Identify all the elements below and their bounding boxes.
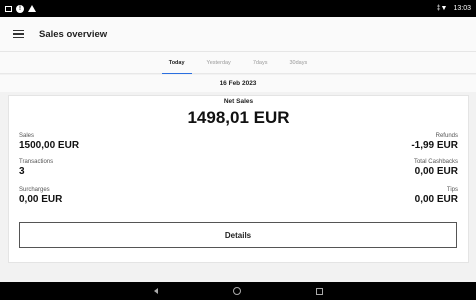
refunds-metric: Refunds -1,99 EUR	[411, 133, 458, 151]
transactions-label: Transactions	[19, 159, 54, 165]
cashbacks-metric: Total Cashbacks 0,00 EUR	[414, 159, 458, 177]
status-bar-right: ‡▼ 13:03	[437, 5, 471, 12]
warning-icon	[28, 5, 36, 12]
signal-icon: ‡▼	[436, 5, 448, 12]
refunds-label: Refunds	[435, 133, 458, 139]
tab-30days[interactable]: 30days	[279, 52, 319, 73]
sales-summary-card: Net Sales 1498,01 EUR Sales 1500,00 EUR …	[8, 95, 469, 263]
net-sales-value: 1498,01 EUR	[187, 108, 290, 127]
recent-apps-icon[interactable]	[315, 287, 323, 295]
sales-label: Sales	[19, 133, 35, 139]
cashbacks-label: Total Cashbacks	[413, 159, 458, 165]
cashbacks-value: 0,00 EUR	[414, 166, 458, 177]
transactions-metric: Transactions 3	[19, 159, 53, 177]
surcharges-metric: Surcharges 0,00 EUR	[19, 187, 62, 205]
menu-icon[interactable]	[13, 27, 24, 42]
tips-value: 0,00 EUR	[414, 194, 458, 205]
home-icon[interactable]	[232, 287, 241, 295]
details-button[interactable]: Details	[19, 222, 457, 248]
period-tabs: Today Yesterday 7days 30days	[0, 52, 476, 74]
status-time: 13:03	[453, 5, 471, 12]
navigation-bar	[0, 282, 476, 300]
transactions-value: 3	[19, 166, 25, 177]
refunds-value: -1,99 EUR	[411, 140, 458, 151]
tips-label: Tips	[446, 187, 458, 193]
tab-today[interactable]: Today	[158, 52, 196, 74]
selected-date: 16 Feb 2023	[0, 75, 476, 92]
status-bar: ! ‡▼ 13:03	[0, 0, 476, 17]
app-bar: Sales overview	[0, 17, 476, 52]
tips-metric: Tips 0,00 EUR	[415, 187, 458, 205]
surcharges-label: Surcharges	[19, 187, 50, 193]
sales-value: 1500,00 EUR	[19, 140, 80, 151]
net-sales-label: Net Sales	[223, 98, 254, 105]
status-bar-left: !	[5, 4, 36, 13]
back-icon[interactable]	[153, 288, 158, 294]
info-icon: !	[16, 4, 24, 13]
screen-icon	[5, 5, 12, 12]
page-title: Sales overview	[39, 28, 108, 40]
surcharges-value: 0,00 EUR	[19, 194, 63, 205]
tab-yesterday[interactable]: Yesterday	[196, 52, 242, 73]
sales-metric: Sales 1500,00 EUR	[19, 133, 79, 151]
tab-7days[interactable]: 7days	[242, 52, 279, 73]
